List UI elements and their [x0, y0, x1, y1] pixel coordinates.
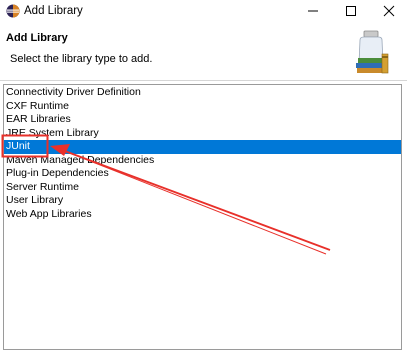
minimize-button[interactable]: [298, 0, 328, 22]
list-item-ear-libraries[interactable]: EAR Libraries: [4, 113, 401, 127]
list-item-server-runtime[interactable]: Server Runtime: [4, 181, 401, 195]
header-separator: [0, 80, 407, 81]
minimize-icon: [308, 10, 318, 12]
eclipse-icon: [6, 4, 20, 18]
list-item-maven-managed-dependencies[interactable]: Maven Managed Dependencies: [4, 154, 401, 168]
list-item-plug-in-dependencies[interactable]: Plug-in Dependencies: [4, 167, 401, 181]
close-button[interactable]: [374, 0, 404, 22]
add-library-dialog: Add Library Add Library Select the libra…: [0, 0, 407, 355]
list-item-jre-system-library[interactable]: JRE System Library: [4, 127, 401, 141]
header-description: Select the library type to add.: [10, 53, 153, 65]
maximize-button[interactable]: [336, 0, 366, 22]
maximize-icon: [346, 6, 356, 16]
wizard-header: Add Library Select the library type to a…: [0, 24, 407, 80]
library-jar-icon: [356, 30, 389, 74]
list-item-connectivity-driver-definition[interactable]: Connectivity Driver Definition: [4, 86, 401, 100]
title-bar: Add Library: [0, 0, 407, 24]
close-icon: [383, 5, 395, 17]
list-item-junit[interactable]: JUnit: [4, 140, 401, 154]
header-title: Add Library: [6, 32, 68, 44]
list-item-cxf-runtime[interactable]: CXF Runtime: [4, 100, 401, 114]
window-title: Add Library: [24, 5, 83, 17]
list-item-user-library[interactable]: User Library: [4, 194, 401, 208]
list-item-web-app-libraries[interactable]: Web App Libraries: [4, 208, 401, 222]
library-type-list[interactable]: Connectivity Driver Definition CXF Runti…: [3, 84, 402, 350]
